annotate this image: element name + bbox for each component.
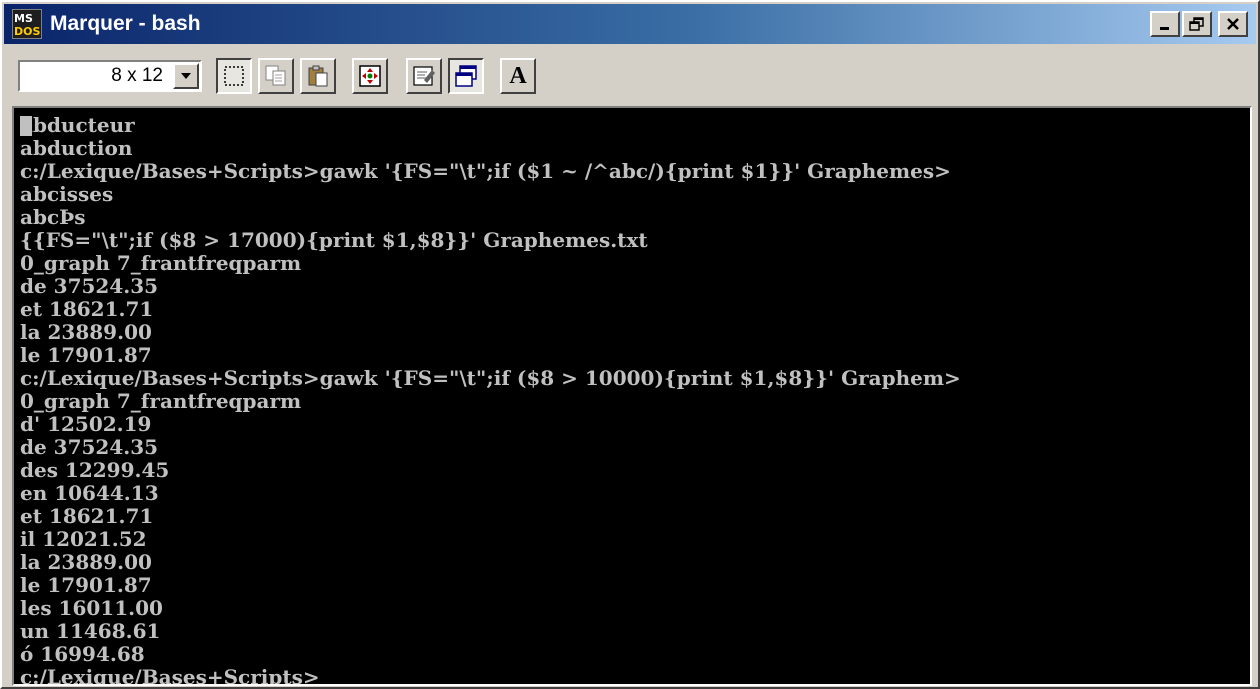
properties-icon: [413, 66, 435, 86]
terminal-line: abduction: [20, 136, 133, 160]
terminal-line: le 17901.87: [20, 343, 152, 367]
terminal-lines: abducteur abduction c:/Lexique/Bases+Scr…: [20, 113, 1250, 686]
terminal-line: ó 16994.68: [20, 642, 145, 666]
terminal-line: abcÞs: [20, 205, 86, 229]
close-icon: [1227, 18, 1239, 30]
font-button[interactable]: A: [500, 58, 536, 94]
terminal-line: et 18621.71: [20, 504, 154, 528]
icon-label-dos: DOS: [14, 25, 41, 38]
fullscreen-icon: [359, 65, 381, 87]
console-output[interactable]: abducteur abduction c:/Lexique/Bases+Scr…: [12, 106, 1252, 686]
maximize-button[interactable]: [1182, 11, 1212, 37]
terminal-line: de 37524.35: [20, 435, 159, 459]
copy-button[interactable]: [258, 58, 294, 94]
terminal-line: abcisses: [20, 182, 114, 206]
font-size-select[interactable]: 8 x 12: [18, 60, 202, 92]
background-button[interactable]: [448, 58, 484, 94]
restore-icon: [1189, 17, 1204, 31]
terminal-line: 0_graph 7_frantfreqparm: [20, 251, 302, 275]
terminal-line: abducteur: [20, 113, 135, 137]
minimize-button[interactable]: [1150, 11, 1180, 37]
window-title: Marquer - bash: [50, 12, 201, 35]
copy-icon: [265, 65, 286, 86]
mark-button[interactable]: [216, 58, 252, 94]
toolbar: 8 x 12 A: [4, 46, 1256, 104]
terminal-line: c:/Lexique/Bases+Scripts>: [20, 665, 320, 686]
minimize-icon: [1160, 27, 1169, 30]
terminal-line: le 17901.87: [20, 573, 152, 597]
dotted-rectangle-icon: [224, 66, 244, 86]
console-window: MS DOS Marquer - bash 8 x 12 A abducteur…: [0, 0, 1260, 689]
title-buttons: [1148, 11, 1248, 37]
terminal-line: c:/Lexique/Bases+Scripts>gawk '{FS="\t";…: [20, 366, 961, 390]
terminal-line: {{FS="\t";if ($8 > 17000){print $1,$8}}'…: [20, 228, 648, 252]
properties-button[interactable]: [406, 58, 442, 94]
terminal-line: des 12299.45: [20, 458, 170, 482]
terminal-line: 0_graph 7_frantfreqparm: [20, 389, 302, 413]
icon-label-ms: MS: [14, 12, 33, 25]
chevron-down-icon: [181, 73, 191, 79]
paste-icon: [308, 65, 328, 87]
paste-button[interactable]: [300, 58, 336, 94]
terminal-line: la 23889.00: [20, 320, 152, 344]
font-icon: A: [509, 62, 527, 89]
fullscreen-button[interactable]: [352, 58, 388, 94]
background-icon: [455, 65, 477, 87]
terminal-line: il 12021.52: [20, 527, 147, 551]
dropdown-button[interactable]: [173, 63, 199, 89]
ms-dos-icon[interactable]: MS DOS: [12, 9, 42, 39]
terminal-line: les 16011.00: [20, 596, 163, 620]
terminal-line: un 11468.61: [20, 619, 161, 643]
terminal-line: d' 12502.19: [20, 412, 152, 436]
font-size-value: 8 x 12: [111, 65, 163, 86]
title-bar[interactable]: MS DOS Marquer - bash: [4, 4, 1256, 44]
close-button[interactable]: [1218, 11, 1248, 37]
terminal-line: la 23889.00: [20, 550, 152, 574]
terminal-line: c:/Lexique/Bases+Scripts>gawk '{FS="\t";…: [20, 159, 951, 183]
terminal-line: en 10644.13: [20, 481, 159, 505]
terminal-line: de 37524.35: [20, 274, 159, 298]
terminal-line: et 18621.71: [20, 297, 154, 321]
